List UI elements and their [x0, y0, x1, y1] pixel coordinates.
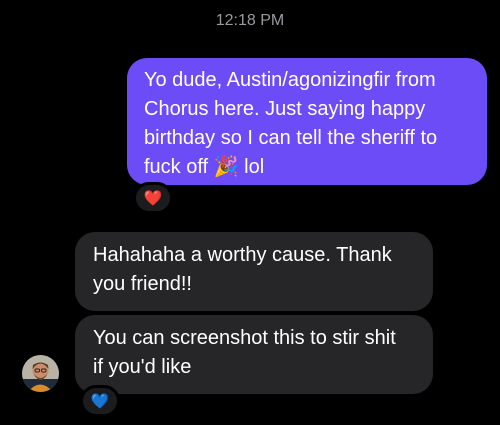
contact-avatar[interactable]: [22, 355, 59, 392]
incoming-message-text: You can screenshot this to stir shit if …: [93, 327, 396, 378]
chat-screen: 12:18 PM Yo dude, Austin/agonizingfir fr…: [0, 0, 500, 425]
incoming-message-text: Hahahaha a worthy cause. Thank you frien…: [93, 244, 392, 295]
outgoing-message-bubble[interactable]: Yo dude, Austin/agonizingfir from Chorus…: [127, 58, 487, 185]
incoming-message-bubble[interactable]: Hahahaha a worthy cause. Thank you frien…: [75, 232, 433, 311]
blue-heart-icon: 💙: [90, 392, 110, 410]
message-reaction-badge[interactable]: 💙: [80, 385, 120, 417]
avatar-portrait-icon: [22, 355, 59, 392]
message-reaction-badge[interactable]: ❤️: [133, 182, 173, 214]
red-heart-icon: ❤️: [143, 189, 163, 207]
message-timestamp: 12:18 PM: [215, 12, 285, 29]
outgoing-message-text: Yo dude, Austin/agonizingfir from Chorus…: [144, 69, 438, 178]
incoming-message-bubble[interactable]: You can screenshot this to stir shit if …: [75, 315, 433, 394]
